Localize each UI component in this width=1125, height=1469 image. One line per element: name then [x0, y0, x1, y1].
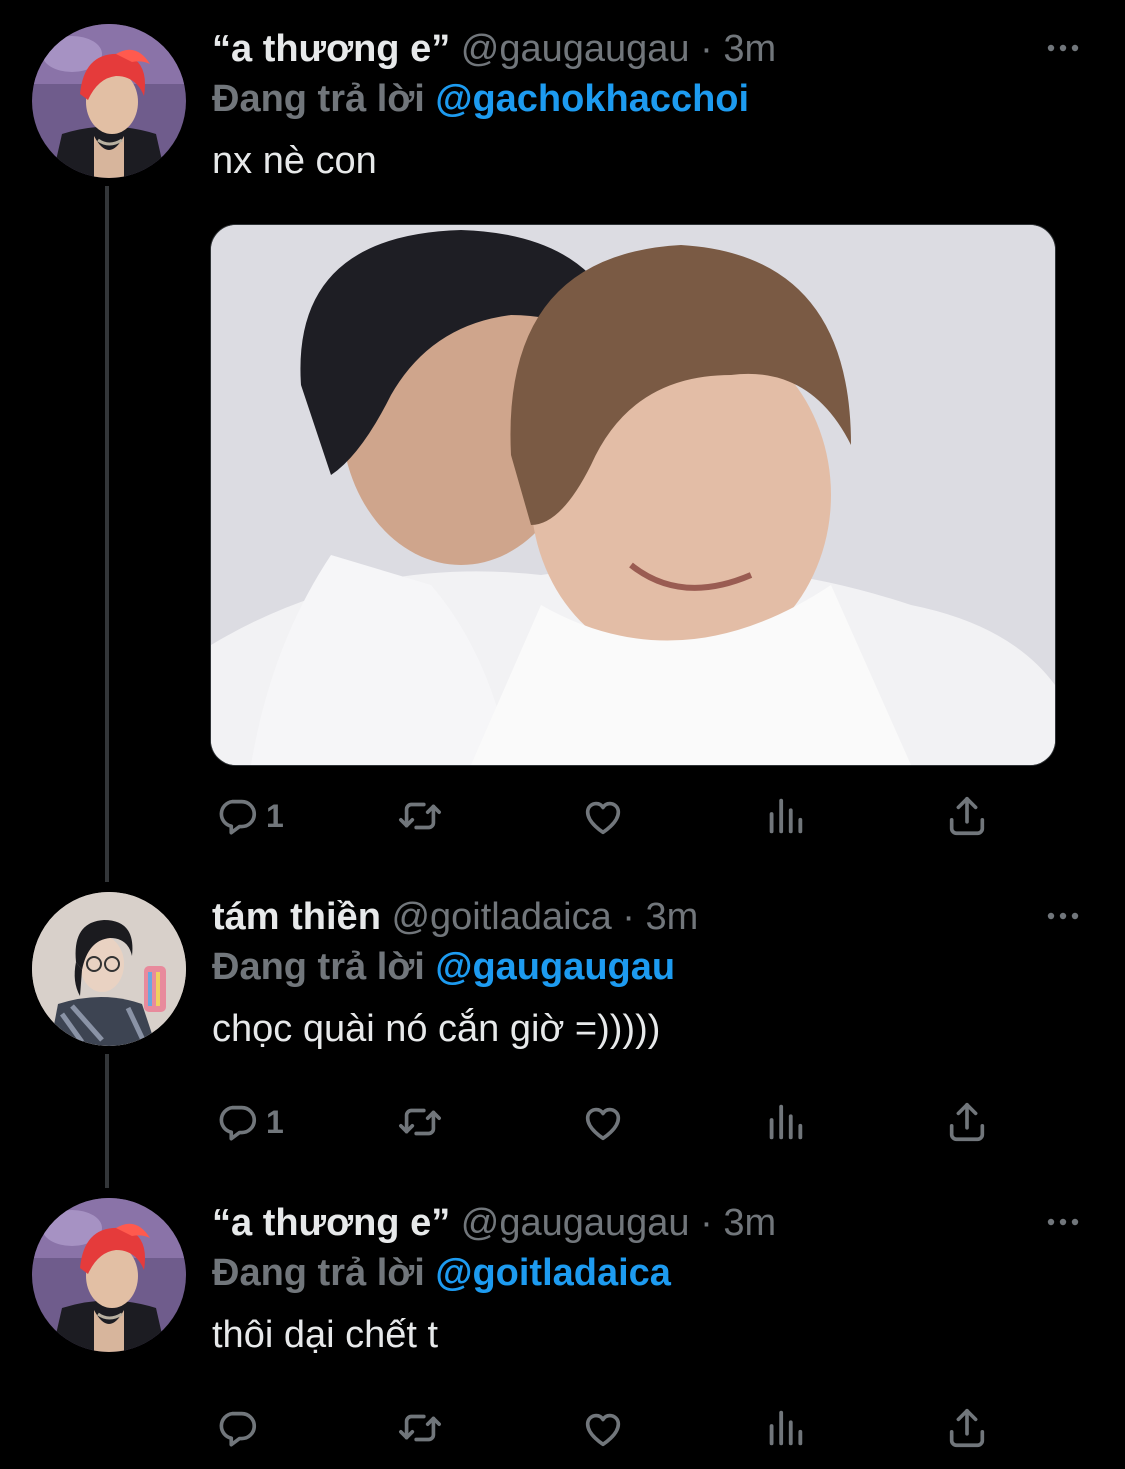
share-icon [944, 793, 990, 839]
views-icon [762, 1099, 808, 1145]
reply-button[interactable]: 1 [214, 786, 284, 846]
share-button[interactable] [944, 786, 990, 846]
avatar[interactable] [32, 24, 186, 178]
reply-button[interactable] [214, 1398, 266, 1458]
red-haired-performer-avatar-image [32, 1198, 186, 1352]
separator: · [700, 1202, 713, 1244]
views-icon [762, 1405, 808, 1451]
reply-target-link[interactable]: @gaugaugau [435, 946, 675, 988]
reply-icon [214, 793, 260, 839]
reply-icon [214, 1405, 260, 1451]
reply-icon [214, 1099, 260, 1145]
more-icon[interactable] [1045, 1212, 1081, 1232]
retweet-button[interactable] [397, 786, 443, 846]
tweet-actions [0, 1398, 1125, 1458]
reply-count: 1 [266, 1103, 284, 1140]
like-icon [580, 1405, 626, 1451]
tweet-header: “a thương e” @gaugaugau · 3m [212, 24, 776, 74]
share-button[interactable] [944, 1092, 990, 1152]
like-button[interactable] [580, 786, 626, 846]
tweet-actions: 1 [0, 786, 1125, 846]
retweet-button[interactable] [397, 1398, 443, 1458]
views-button[interactable] [762, 1398, 808, 1458]
separator: · [622, 896, 635, 938]
retweet-icon [397, 793, 443, 839]
reply-button[interactable]: 1 [214, 1092, 284, 1152]
avatar[interactable] [32, 1198, 186, 1352]
replying-to: Đang trả lời @goitladaica [212, 1248, 671, 1298]
tweet[interactable]: tám thiền @goitladaica · 3m Đang trả lời… [0, 892, 1125, 1162]
replying-to: Đang trả lời @gaugaugau [212, 942, 675, 992]
red-haired-performer-avatar-image [32, 24, 186, 178]
tweet-actions: 1 [0, 1092, 1125, 1152]
avatar[interactable] [32, 892, 186, 1046]
like-icon [580, 1099, 626, 1145]
thread-view: “a thương e” @gaugaugau · 3m Đang trả lờ… [0, 0, 1125, 1469]
views-button[interactable] [762, 786, 808, 846]
replying-to: Đang trả lời @gachokhacchoi [212, 74, 749, 124]
reply-prefix: Đang trả lời [212, 1252, 425, 1294]
reply-target-link[interactable]: @goitladaica [435, 1252, 671, 1294]
more-icon[interactable] [1045, 38, 1081, 58]
mirror-selfie-avatar-image [32, 892, 186, 1046]
timestamp[interactable]: 3m [723, 28, 776, 70]
separator: · [700, 28, 713, 70]
display-name[interactable]: “a thương e” [212, 28, 450, 70]
handle[interactable]: @gaugaugau [461, 28, 690, 70]
tweet-header: “a thương e” @gaugaugau · 3m [212, 1198, 776, 1248]
tweet-text: nx nè con [212, 140, 377, 182]
share-icon [944, 1099, 990, 1145]
views-icon [762, 793, 808, 839]
display-name[interactable]: “a thương e” [212, 1202, 450, 1244]
handle[interactable]: @goitladaica [391, 896, 611, 938]
like-button[interactable] [580, 1092, 626, 1152]
handle[interactable]: @gaugaugau [461, 1202, 690, 1244]
tweet-text: thôi dại chết t [212, 1314, 439, 1356]
timestamp[interactable]: 3m [646, 896, 699, 938]
reply-count: 1 [266, 797, 284, 834]
timestamp[interactable]: 3m [723, 1202, 776, 1244]
share-icon [944, 1405, 990, 1451]
photo-image [211, 225, 1055, 765]
tweet[interactable]: “a thương e” @gaugaugau · 3m Đang trả lờ… [0, 24, 1125, 864]
more-icon[interactable] [1045, 906, 1081, 926]
views-button[interactable] [762, 1092, 808, 1152]
tweet-photo[interactable] [210, 224, 1056, 766]
display-name[interactable]: tám thiền [212, 896, 381, 938]
reply-prefix: Đang trả lời [212, 78, 425, 120]
retweet-icon [397, 1405, 443, 1451]
retweet-icon [397, 1099, 443, 1145]
share-button[interactable] [944, 1398, 990, 1458]
tweet-header: tám thiền @goitladaica · 3m [212, 892, 698, 942]
tweet[interactable]: “a thương e” @gaugaugau · 3m Đang trả lờ… [0, 1198, 1125, 1458]
tweet-text: chọc quài nó cắn giờ =))))) [212, 1008, 661, 1050]
like-button[interactable] [580, 1398, 626, 1458]
retweet-button[interactable] [397, 1092, 443, 1152]
reply-target-link[interactable]: @gachokhacchoi [435, 78, 749, 120]
reply-prefix: Đang trả lời [212, 946, 425, 988]
like-icon [580, 793, 626, 839]
